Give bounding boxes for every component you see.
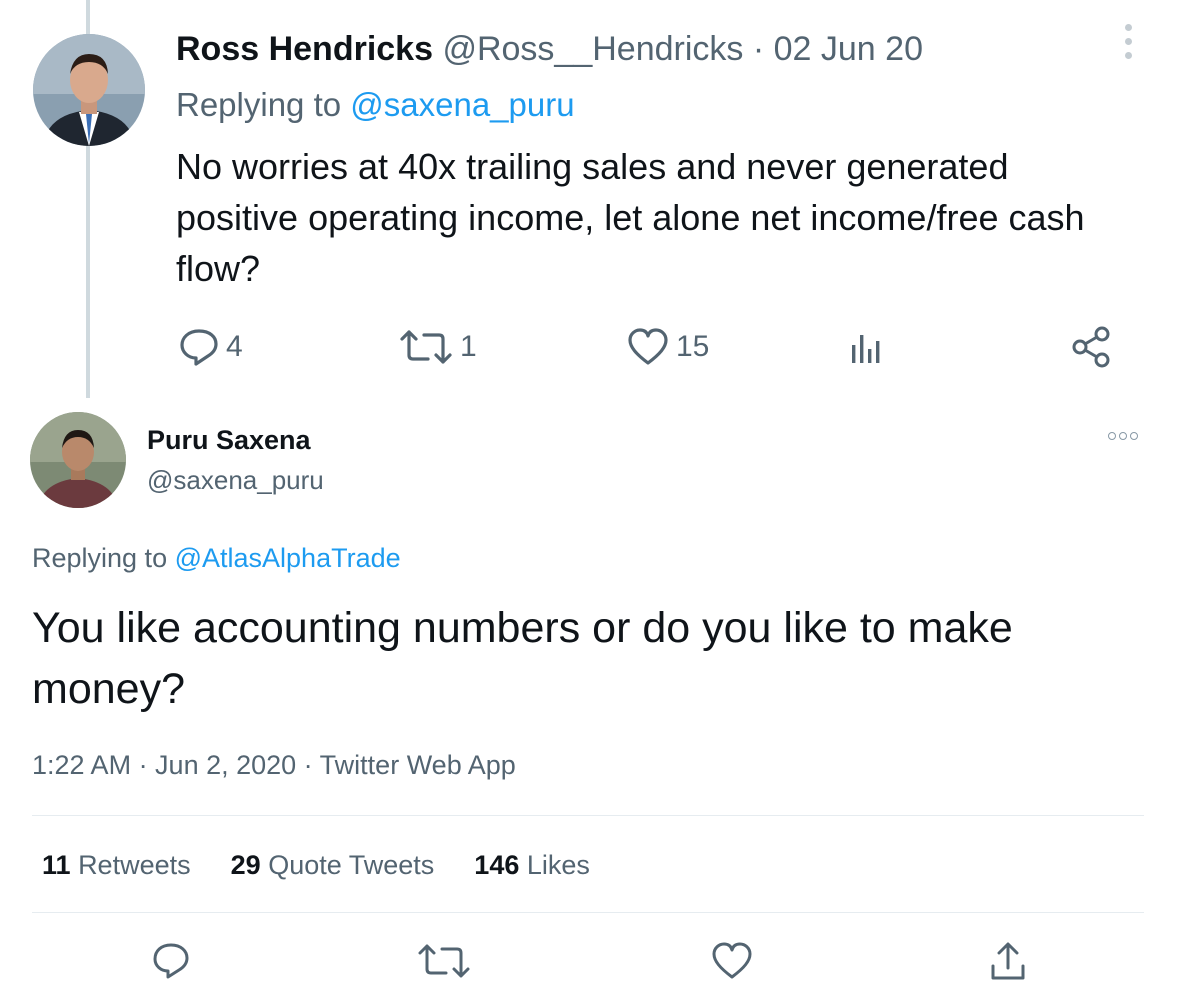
tweet2-like-button[interactable]: [710, 940, 754, 982]
likes-label: Likes: [526, 850, 590, 880]
likes-count: 146: [474, 850, 520, 880]
tweet1-author-handle[interactable]: @Ross__Hendricks: [442, 30, 743, 68]
quotes-label: Quote Tweets: [268, 850, 435, 880]
tweet1-share-button[interactable]: [1070, 325, 1114, 369]
tweet1-more-icon[interactable]: [1116, 24, 1140, 68]
tweet2-reply-button[interactable]: [150, 940, 192, 982]
ross-hendricks-avatar[interactable]: [33, 34, 145, 146]
tweet2-engagement-stats: 11 Retweets 29 Quote Tweets 146 Likes: [42, 850, 590, 881]
divider: [32, 912, 1144, 913]
analytics-icon: [852, 335, 880, 363]
replying-to-link[interactable]: @AtlasAlphaTrade: [175, 543, 401, 573]
reply-icon: [180, 329, 218, 366]
puru-saxena-avatar[interactable]: [30, 412, 126, 508]
likes-stat[interactable]: 146 Likes: [474, 850, 590, 881]
tweet2-author-handle[interactable]: @saxena_puru: [147, 465, 324, 496]
tweet1-reply-button[interactable]: 4: [178, 327, 243, 367]
retweets-label: Retweets: [78, 850, 191, 880]
tweet1-text: No worries at 40x trailing sales and nev…: [176, 146, 1085, 289]
tweet1-date[interactable]: · 02 Jun 20: [753, 30, 923, 68]
tweet1-header: Ross Hendricks @Ross__Hendricks · 02 Jun…: [176, 28, 923, 70]
tweet1-reply-count: 4: [226, 330, 243, 363]
quote-tweets-stat[interactable]: 29 Quote Tweets: [231, 850, 435, 881]
retweet-icon: [400, 330, 452, 364]
tweet2-more-icon[interactable]: [1108, 432, 1144, 444]
heart-icon: [628, 328, 668, 365]
reply-icon: [153, 943, 189, 979]
share-icon: [1072, 326, 1110, 368]
tweet1-retweet-count: 1: [460, 330, 477, 363]
tweet2-author-name[interactable]: Puru Saxena: [147, 425, 311, 456]
tweet1-analytics-button[interactable]: [848, 327, 884, 367]
tweet1-retweet-button[interactable]: 1: [398, 327, 477, 367]
replying-to-link[interactable]: @saxena_puru: [350, 86, 574, 123]
quotes-count: 29: [230, 850, 261, 880]
tweet1-replying-to: Replying to @saxena_puru: [176, 84, 575, 126]
share-icon: [991, 942, 1025, 980]
replying-to-label: Replying to: [176, 86, 351, 123]
tweet2-share-button[interactable]: [986, 940, 1030, 984]
tweet2-timestamp[interactable]: 1:22 AM · Jun 2, 2020 · Twitter Web App: [32, 750, 516, 781]
heart-icon: [712, 942, 752, 979]
retweets-count: 11: [42, 850, 71, 880]
divider: [32, 815, 1144, 816]
tweet2-replying-to: Replying to @AtlasAlphaTrade: [32, 543, 401, 574]
replying-to-label: Replying to: [32, 543, 175, 573]
tweet1-author-name[interactable]: Ross Hendricks: [176, 30, 433, 68]
tweet1-like-button[interactable]: 15: [626, 327, 709, 367]
retweet-icon: [418, 944, 470, 978]
retweets-stat[interactable]: 11 Retweets: [42, 850, 191, 881]
avatar-image-2: [30, 412, 126, 508]
tweet2-text: You like accounting numbers or do you li…: [32, 604, 1013, 713]
tweet2-retweet-button[interactable]: [416, 940, 472, 982]
tweet1-like-count: 15: [676, 330, 710, 363]
avatar-image-1: [33, 34, 145, 146]
